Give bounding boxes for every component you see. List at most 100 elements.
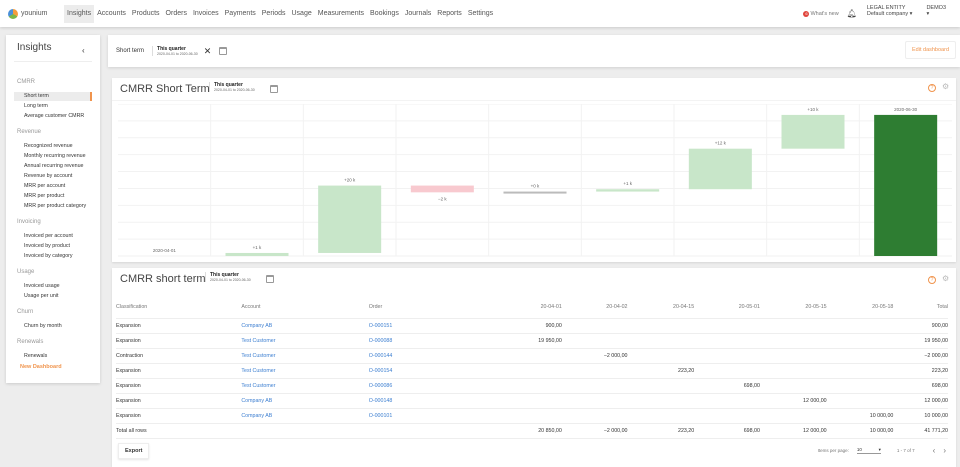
- divider: [14, 61, 92, 62]
- column-header[interactable]: Classification: [116, 296, 242, 319]
- nav-bookings[interactable]: Bookings: [367, 5, 402, 23]
- sidebar-item[interactable]: Revenue by account: [14, 172, 92, 181]
- sidebar-group-renewals: Renewals: [17, 339, 44, 345]
- account-link[interactable]: Test Customer: [241, 378, 369, 394]
- column-header[interactable]: Order: [368, 296, 501, 319]
- sidebar-item[interactable]: MRR per account: [14, 182, 92, 191]
- sidebar-item[interactable]: Invoiced per account: [14, 232, 92, 241]
- order-link[interactable]: O-000101: [368, 408, 501, 424]
- bar-label: +0 k: [531, 184, 540, 189]
- value-cell: [627, 378, 695, 394]
- column-header[interactable]: Total: [893, 296, 948, 319]
- column-header[interactable]: 20-05-18: [826, 296, 894, 319]
- data-table: Classification Account Order 20-04-01 20-04-…: [116, 296, 948, 439]
- column-header[interactable]: 20-04-01: [500, 296, 562, 319]
- account-link[interactable]: Test Customer: [241, 333, 369, 349]
- nav-items: Insights Accounts Products Orders Invoices Pa…: [64, 4, 496, 23]
- table-row: Expansion Company AB O-000101 10 000,00 10 0…: [116, 408, 948, 424]
- order-link[interactable]: O-000154: [368, 363, 501, 379]
- logo[interactable]: younium: [8, 8, 64, 19]
- sidebar-item[interactable]: Recognized revenue: [14, 142, 92, 151]
- value-cell: [500, 378, 562, 394]
- sidebar-item[interactable]: MRR per product: [14, 192, 92, 201]
- sidebar-item[interactable]: Invoiced usage: [14, 282, 92, 291]
- bar-label: 2020-04-01: [153, 248, 177, 253]
- value-cell: [561, 378, 628, 394]
- new-dashboard-link[interactable]: New Dashboard: [20, 364, 62, 370]
- help-icon[interactable]: ?: [928, 276, 936, 284]
- order-link[interactable]: O-000088: [368, 333, 501, 349]
- sidebar: Insights ‹ New Dashboard CMRR Short term L…: [6, 35, 100, 383]
- column-header[interactable]: 20-05-15: [759, 296, 827, 319]
- order-link[interactable]: O-000086: [368, 378, 501, 394]
- table-row: Expansion Company AB O-000151 900,00 900,00: [116, 318, 948, 334]
- sidebar-item[interactable]: Renewals: [14, 352, 92, 361]
- sidebar-item[interactable]: Monthly recurring revenue: [14, 152, 92, 161]
- gear-icon[interactable]: ⚙: [942, 274, 949, 283]
- sidebar-item[interactable]: Invoiced by category: [14, 252, 92, 261]
- sidebar-title: Insights: [17, 42, 52, 53]
- collapse-icon[interactable]: ‹: [82, 46, 85, 55]
- items-per-page-select[interactable]: 10 ▾: [856, 447, 881, 454]
- next-page-button[interactable]: ›: [943, 446, 946, 455]
- order-link[interactable]: O-000151: [368, 318, 501, 334]
- nav-settings[interactable]: Settings: [465, 5, 496, 23]
- value-cell: [561, 408, 628, 424]
- classification-cell: Expansion: [116, 333, 242, 349]
- export-button[interactable]: Export: [118, 443, 150, 459]
- classification-cell: Expansion: [116, 393, 242, 409]
- account-link[interactable]: Test Customer: [241, 348, 369, 364]
- whats-new-link[interactable]: 6 What's new: [803, 11, 839, 17]
- value-cell: [694, 363, 760, 379]
- nav-measurements[interactable]: Measurements: [315, 5, 367, 23]
- value-cell: [561, 318, 628, 334]
- account-link[interactable]: Company AB: [241, 408, 369, 424]
- nav-products[interactable]: Products: [129, 5, 163, 23]
- nav-invoices[interactable]: Invoices: [190, 5, 222, 23]
- sidebar-item[interactable]: Long term: [14, 102, 92, 111]
- column-header[interactable]: 20-05-01: [694, 296, 760, 319]
- value-cell: [500, 348, 562, 364]
- user-menu[interactable]: DEMO3 ▾: [926, 5, 946, 17]
- prev-page-button[interactable]: ‹: [933, 446, 936, 455]
- chart-period[interactable]: This quarter 2020-04-01 to 2020-06-30: [209, 82, 255, 92]
- nav-insights[interactable]: Insights: [64, 4, 95, 23]
- value-cell: 12 000,00: [759, 422, 827, 439]
- clear-icon[interactable]: ✕: [204, 46, 212, 57]
- sidebar-item[interactable]: Short term: [14, 92, 92, 101]
- nav-reports[interactable]: Reports: [434, 5, 465, 23]
- sidebar-item[interactable]: Usage per unit: [14, 292, 92, 301]
- nav-periods[interactable]: Periods: [259, 5, 289, 23]
- account-link[interactable]: Company AB: [241, 393, 369, 409]
- column-header[interactable]: 20-04-02: [561, 296, 628, 319]
- help-icon[interactable]: ?: [928, 84, 936, 92]
- period-selector[interactable]: This quarter 2020-04-01 to 2020-06-30: [152, 46, 198, 56]
- sidebar-item[interactable]: MRR per product category: [14, 202, 92, 211]
- gear-icon[interactable]: ⚙: [942, 82, 949, 91]
- bell-icon[interactable]: 🔔︎: [847, 9, 857, 18]
- account-link[interactable]: Company AB: [241, 318, 369, 334]
- nav-journals[interactable]: Journals: [402, 5, 434, 23]
- sidebar-group-revenue: Revenue: [17, 129, 42, 135]
- total-row: Total all rows 20 850,00 −2 000,00 223,20 69…: [116, 422, 948, 439]
- sidebar-item[interactable]: Churn by month: [14, 322, 92, 331]
- sidebar-item[interactable]: Annual recurring revenue: [14, 162, 92, 171]
- nav-accounts[interactable]: Accounts: [94, 5, 129, 23]
- calendar-icon[interactable]: [270, 85, 278, 93]
- sidebar-item[interactable]: Average customer CMRR: [14, 112, 92, 121]
- sidebar-item[interactable]: Invoiced by product: [14, 242, 92, 251]
- edit-dashboard-button[interactable]: Edit dashboard: [905, 41, 956, 59]
- table-period[interactable]: This quarter 2020-04-01 to 2020-06-30: [205, 272, 251, 282]
- nav-payments[interactable]: Payments: [222, 5, 259, 23]
- nav-usage[interactable]: Usage: [289, 5, 315, 23]
- column-header[interactable]: Account: [241, 296, 369, 319]
- calendar-icon[interactable]: [266, 275, 274, 283]
- nav-orders[interactable]: Orders: [163, 5, 190, 23]
- value-cell: [500, 408, 562, 424]
- column-header[interactable]: 20-04-15: [627, 296, 695, 319]
- account-link[interactable]: Test Customer: [241, 363, 369, 379]
- order-link[interactable]: O-000148: [368, 393, 501, 409]
- calendar-icon[interactable]: [219, 47, 228, 55]
- order-link[interactable]: O-000144: [368, 348, 501, 364]
- legal-entity-selector[interactable]: LEGAL ENTITY Default company ▾: [867, 5, 913, 17]
